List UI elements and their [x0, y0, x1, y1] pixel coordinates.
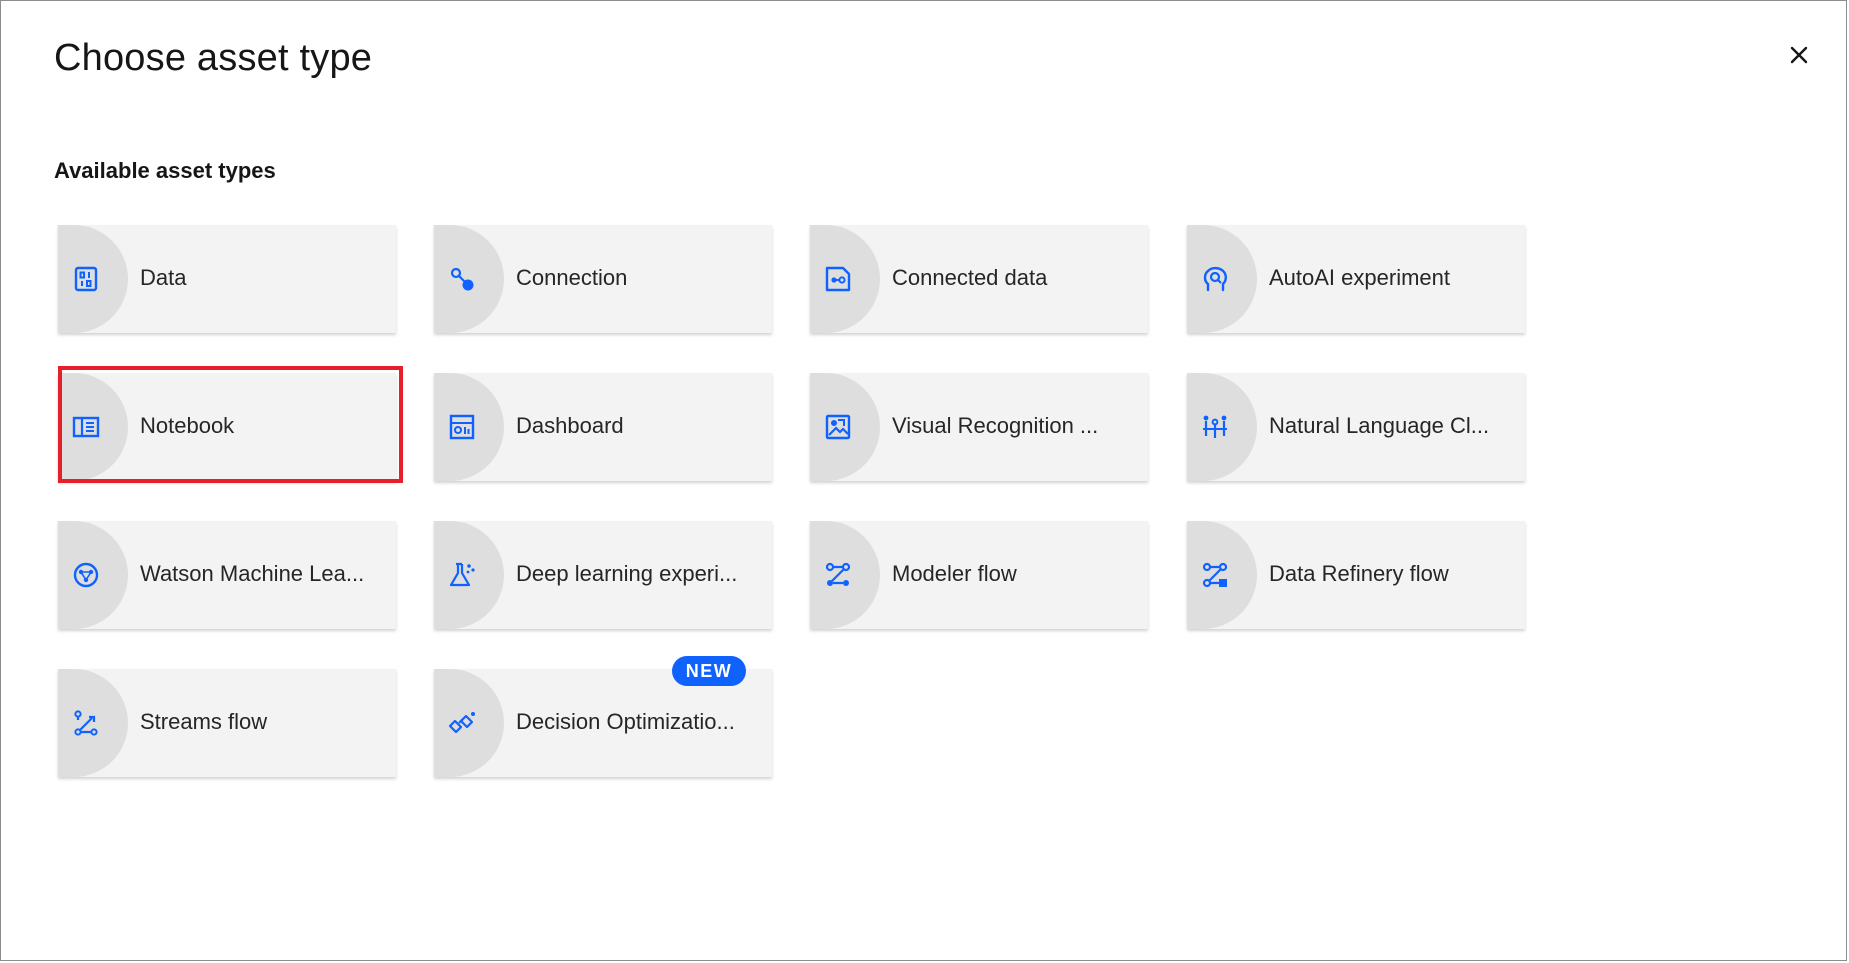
tile-label: Decision Optimizatio...	[516, 709, 735, 734]
tile-label: AutoAI experiment	[1269, 265, 1450, 290]
tile-data[interactable]: Data	[58, 225, 396, 333]
tile-modeler-flow[interactable]: Modeler flow	[810, 521, 1148, 629]
data-icon	[74, 266, 98, 292]
tile-label: Notebook	[140, 413, 235, 438]
close-button[interactable]	[1779, 35, 1819, 75]
tile-notebook[interactable]: Notebook	[58, 373, 396, 481]
modeler-flow-icon	[825, 562, 851, 586]
tile-label: Streams flow	[140, 709, 268, 734]
visual-recognition-icon	[825, 414, 851, 440]
tile-connected-data[interactable]: Connected data	[810, 225, 1148, 333]
deep-learning-icon	[449, 562, 475, 587]
dialog-title: Choose asset type	[54, 37, 373, 79]
choose-asset-type-dialog: Choose asset type Available asset types …	[0, 0, 1847, 961]
tile-label: Dashboard	[516, 413, 624, 438]
autoai-icon	[1203, 266, 1227, 292]
connection-icon	[450, 267, 474, 291]
tile-data-refinery-flow[interactable]: Data Refinery flow	[1187, 521, 1525, 629]
streams-flow-icon	[74, 710, 98, 736]
tile-label: Modeler flow	[892, 561, 1017, 586]
tile-label: Data	[140, 265, 187, 290]
natural-language-icon	[1203, 415, 1227, 438]
tile-natural-language-classifier[interactable]: Natural Language Cl...	[1187, 373, 1525, 481]
tile-label: Visual Recognition ...	[892, 413, 1099, 438]
tile-label: Connection	[516, 265, 628, 290]
tile-label: Watson Machine Lea...	[140, 561, 365, 586]
notebook-icon	[72, 416, 100, 438]
tile-deep-learning-experiment[interactable]: Deep learning experi...	[434, 521, 772, 629]
tile-label: Data Refinery flow	[1269, 561, 1449, 586]
tile-label: Natural Language Cl...	[1269, 413, 1490, 438]
tile-label: Connected data	[892, 265, 1048, 290]
machine-learning-icon	[73, 562, 99, 588]
tile-watson-machine-learning[interactable]: Watson Machine Lea...	[58, 521, 396, 629]
tile-autoai-experiment[interactable]: AutoAI experiment	[1187, 225, 1525, 333]
tile-streams-flow[interactable]: Streams flow	[58, 669, 396, 777]
tile-label: Deep learning experi...	[516, 561, 738, 586]
decision-optimization-icon	[448, 712, 475, 734]
section-heading: Available asset types	[54, 158, 276, 183]
tile-dashboard[interactable]: Dashboard	[434, 373, 772, 481]
tile-visual-recognition[interactable]: Visual Recognition ...	[810, 373, 1148, 481]
connected-data-icon	[825, 266, 851, 292]
new-badge: NEW	[672, 656, 746, 686]
data-refinery-icon	[1202, 562, 1228, 588]
tile-connection[interactable]: Connection	[434, 225, 772, 333]
close-icon	[1790, 46, 1808, 64]
dashboard-icon	[449, 414, 475, 440]
